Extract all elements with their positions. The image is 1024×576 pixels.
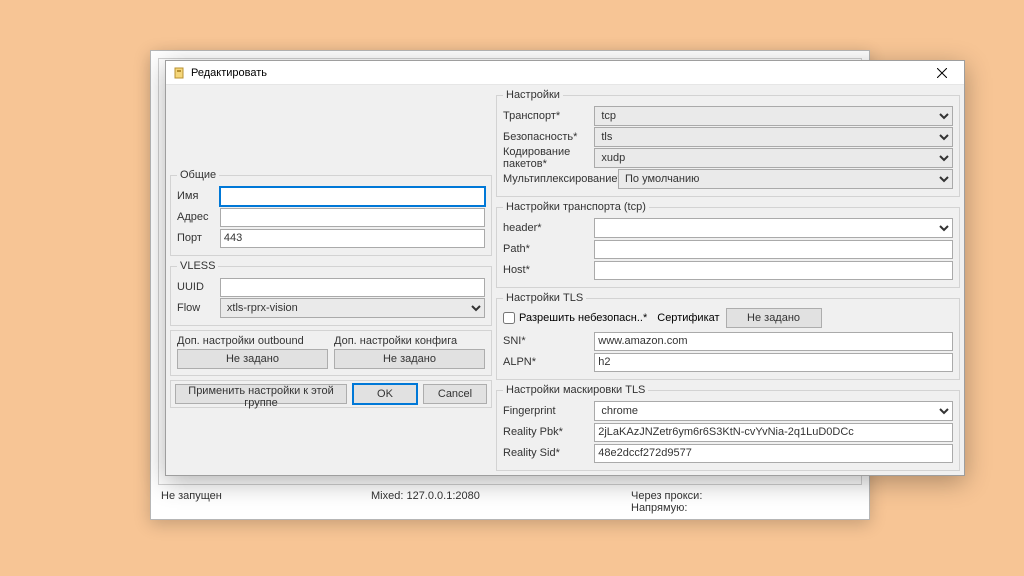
sni-label: SNI*: [503, 335, 594, 347]
mux-label: Мультиплексирование*: [503, 173, 618, 185]
group-settings-legend: Настройки: [503, 89, 563, 101]
sni-input[interactable]: [594, 332, 953, 351]
group-vless-legend: VLESS: [177, 260, 218, 272]
reality-pbk-label: Reality Pbk*: [503, 426, 594, 438]
security-label: Безопасность*: [503, 131, 594, 143]
status-proxy: Через прокси:: [631, 490, 702, 502]
group-tls: Настройки TLS Разрешить небезопасн..* Се…: [496, 292, 960, 380]
uuid-input[interactable]: [220, 278, 485, 297]
titlebar: Редактировать: [166, 61, 964, 85]
packet-encoding-select[interactable]: xudp: [594, 148, 953, 168]
address-input[interactable]: [220, 208, 485, 227]
close-icon: [937, 68, 947, 78]
extra-config-button[interactable]: Не задано: [334, 349, 485, 369]
group-common-legend: Общие: [177, 169, 219, 181]
alpn-label: ALPN*: [503, 356, 594, 368]
reality-sid-label: Reality Sid*: [503, 447, 594, 459]
allow-insecure-input[interactable]: [503, 312, 515, 324]
dialog-title: Редактировать: [191, 67, 924, 79]
reality-pbk-input[interactable]: [594, 423, 953, 442]
group-tls-mask-legend: Настройки маскировки TLS: [503, 384, 648, 396]
extra-outbound-button[interactable]: Не задано: [177, 349, 328, 369]
transport-select[interactable]: tcp: [594, 106, 953, 126]
flow-label: Flow: [177, 302, 220, 314]
group-tls-legend: Настройки TLS: [503, 292, 586, 304]
ok-button[interactable]: OK: [353, 384, 417, 404]
apply-group-button[interactable]: Применить настройки к этой группе: [175, 384, 347, 404]
fingerprint-label: Fingerprint: [503, 405, 594, 417]
alpn-input[interactable]: [594, 353, 953, 372]
mux-select[interactable]: По умолчанию: [618, 169, 953, 189]
path-input[interactable]: [594, 240, 953, 259]
close-button[interactable]: [924, 62, 960, 84]
group-transport: Настройки транспорта (tcp) header* Path*…: [496, 201, 960, 288]
transport-label: Транспорт*: [503, 110, 594, 122]
group-extra: Доп. настройки outbound Не задано Доп. н…: [170, 330, 492, 376]
status-bar: Не запущен Mixed: 127.0.0.1:2080 Через п…: [151, 487, 869, 519]
group-common: Общие Имя Адрес Порт: [170, 169, 492, 256]
packet-encoding-label: Кодирование пакетов*: [503, 146, 594, 170]
app-icon: [172, 66, 186, 80]
group-vless: VLESS UUID Flow xtls-rprx-vision: [170, 260, 492, 326]
uuid-label: UUID: [177, 281, 220, 293]
cert-button[interactable]: Не задано: [726, 308, 822, 328]
dialog-buttons: Применить настройки к этой группе OK Can…: [170, 380, 492, 408]
group-tls-mask: Настройки маскировки TLS Fingerprint chr…: [496, 384, 960, 471]
flow-select[interactable]: xtls-rprx-vision: [220, 298, 485, 318]
allow-insecure-checkbox[interactable]: Разрешить небезопасн..*: [503, 312, 647, 324]
status-not-running: Не запущен: [161, 490, 371, 502]
host-input[interactable]: [594, 261, 953, 280]
cert-label: Сертификат: [657, 312, 719, 324]
status-mixed: Mixed: 127.0.0.1:2080: [371, 490, 631, 502]
edit-dialog: Редактировать Общие Имя Адрес Порт VLESS…: [165, 60, 965, 476]
reality-sid-input[interactable]: [594, 444, 953, 463]
header-label: header*: [503, 222, 594, 234]
host-label: Host*: [503, 264, 594, 276]
cancel-button[interactable]: Cancel: [423, 384, 487, 404]
port-label: Порт: [177, 232, 220, 244]
port-input[interactable]: [220, 229, 485, 248]
group-settings: Настройки Транспорт* tcp Безопасность* t…: [496, 89, 960, 197]
header-select[interactable]: [594, 218, 953, 238]
path-label: Path*: [503, 243, 594, 255]
address-label: Адрес: [177, 211, 220, 223]
extra-config-label: Доп. настройки конфига: [334, 335, 485, 347]
fingerprint-select[interactable]: chrome: [594, 401, 953, 421]
security-select[interactable]: tls: [594, 127, 953, 147]
extra-outbound-label: Доп. настройки outbound: [177, 335, 328, 347]
name-label: Имя: [177, 190, 220, 202]
name-input[interactable]: [220, 187, 485, 206]
allow-insecure-label: Разрешить небезопасн..*: [519, 312, 647, 324]
group-transport-legend: Настройки транспорта (tcp): [503, 201, 649, 213]
status-direct: Напрямую:: [631, 502, 702, 514]
